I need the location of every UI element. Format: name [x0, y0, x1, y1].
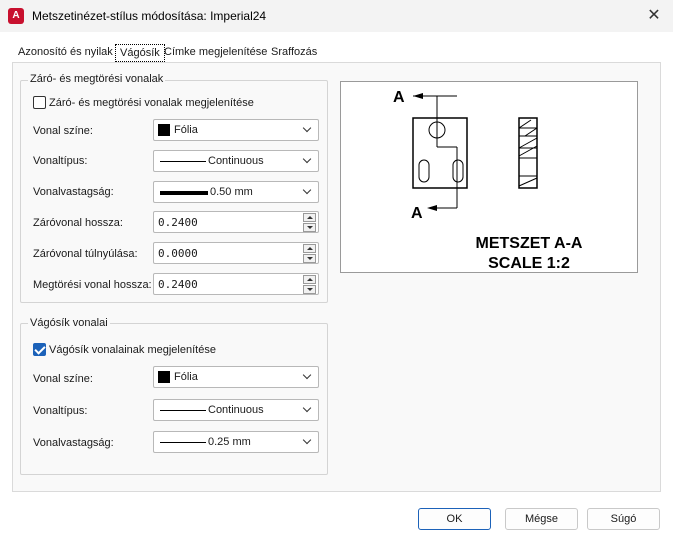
break-line-color-value: Fólia	[174, 124, 198, 136]
break-linetype-value: Continuous	[208, 155, 264, 167]
tab-identifiers-arrows[interactable]: Azonosító és nyilak	[14, 44, 117, 62]
preview-caption-title: METSZET A-A	[476, 235, 583, 252]
spin-up-icon[interactable]	[303, 244, 316, 253]
chevron-down-icon	[302, 186, 314, 198]
part-outline	[412, 117, 468, 189]
chevron-down-icon	[302, 155, 314, 167]
preview-caption-scale: SCALE 1:2	[488, 255, 570, 272]
break-lineweight-label: Vonalvastagság:	[33, 186, 114, 198]
plane-lineweight-dropdown[interactable]: 0.25 mm	[153, 431, 319, 453]
break-lineweight-dropdown[interactable]: 0.50 mm	[153, 181, 319, 203]
chevron-down-icon	[302, 404, 314, 416]
section-marker-top: A	[393, 89, 405, 106]
tab-label-display[interactable]: Címke megjelenítése	[160, 44, 271, 62]
part-slot-left	[418, 159, 430, 183]
plane-line-color-dropdown[interactable]: Fólia	[153, 366, 319, 388]
end-line-length-label: Záróvonal hossza:	[33, 217, 123, 229]
break-linetype-dropdown[interactable]: Continuous	[153, 150, 319, 172]
plane-lineweight-label: Vonalvastagság:	[33, 437, 114, 449]
window-title: Metszetinézet-stílus módosítása: Imperia…	[32, 9, 267, 23]
end-line-extension-label: Záróvonal túlnyúlása:	[33, 248, 138, 260]
app-logo-icon: A	[8, 8, 24, 24]
break-lines-group-title: Záró- és megtörési vonalak	[28, 73, 166, 85]
hatch-line	[518, 177, 538, 187]
lineweight-sample-icon	[160, 442, 206, 443]
plane-line-color-value: Fólia	[174, 371, 198, 383]
show-plane-lines-label: Vágósík vonalainak megjelenítése	[49, 344, 216, 356]
end-line-extension-input[interactable]: 0.0000	[153, 242, 319, 264]
break-lineweight-value: 0.50 mm	[210, 186, 253, 198]
show-break-lines-checkbox[interactable]	[33, 96, 46, 109]
spin-down-icon[interactable]	[303, 254, 316, 263]
show-break-lines-label: Záró- és megtörési vonalak megjelenítése	[49, 97, 254, 109]
tab-hatching[interactable]: Sraffozás	[267, 44, 321, 62]
break-line-color-label: Vonal színe:	[33, 125, 93, 137]
ok-button[interactable]: OK	[418, 508, 491, 530]
chevron-down-icon	[302, 124, 314, 136]
line-sample-icon	[160, 410, 206, 411]
chevron-down-icon	[302, 371, 314, 383]
section-marker-bottom: A	[411, 205, 423, 222]
break-line-color-dropdown[interactable]: Fólia	[153, 119, 319, 141]
close-button[interactable]: ✕	[640, 4, 668, 28]
cancel-button[interactable]: Mégse	[505, 508, 578, 530]
hatch-line	[524, 127, 538, 137]
lineweight-sample-icon	[160, 191, 208, 195]
hatch-line	[518, 137, 538, 149]
spin-down-icon[interactable]	[303, 285, 316, 294]
hatch-line	[518, 119, 532, 129]
part-slot-right	[452, 159, 464, 183]
break-linetype-label: Vonaltípus:	[33, 155, 88, 167]
plane-line-color-label: Vonal színe:	[33, 373, 93, 385]
line-sample-icon	[160, 161, 206, 162]
end-line-length-value: 0.2400	[158, 216, 198, 229]
end-line-length-input[interactable]: 0.2400	[153, 211, 319, 233]
break-line-length-value: 0.2400	[158, 278, 198, 291]
plane-linetype-dropdown[interactable]: Continuous	[153, 399, 319, 421]
plane-linetype-label: Vonaltípus:	[33, 405, 88, 417]
color-swatch-icon	[158, 124, 170, 136]
plane-lines-group-title: Vágósík vonalai	[28, 317, 110, 329]
break-line-length-input[interactable]: 0.2400	[153, 273, 319, 295]
spin-up-icon[interactable]	[303, 275, 316, 284]
help-button[interactable]: Súgó	[587, 508, 660, 530]
spin-down-icon[interactable]	[303, 223, 316, 232]
color-swatch-icon	[158, 371, 170, 383]
arrow-head-icon	[427, 205, 437, 211]
chevron-down-icon	[302, 436, 314, 448]
plane-linetype-value: Continuous	[208, 404, 264, 416]
break-line-length-label: Megtörési vonal hossza:	[33, 279, 152, 291]
arrow-head-icon	[413, 93, 423, 99]
tab-cutting-plane[interactable]: Vágósík	[115, 44, 165, 62]
spin-up-icon[interactable]	[303, 213, 316, 222]
show-plane-lines-checkbox[interactable]	[33, 343, 46, 356]
end-line-extension-value: 0.0000	[158, 247, 198, 260]
section-preview: A A METSZET A-A SCALE 1:2	[340, 81, 638, 273]
plane-lineweight-value: 0.25 mm	[208, 436, 251, 448]
section-preview-drawing: A A METSZET A-A SCALE 1:2	[393, 89, 583, 272]
